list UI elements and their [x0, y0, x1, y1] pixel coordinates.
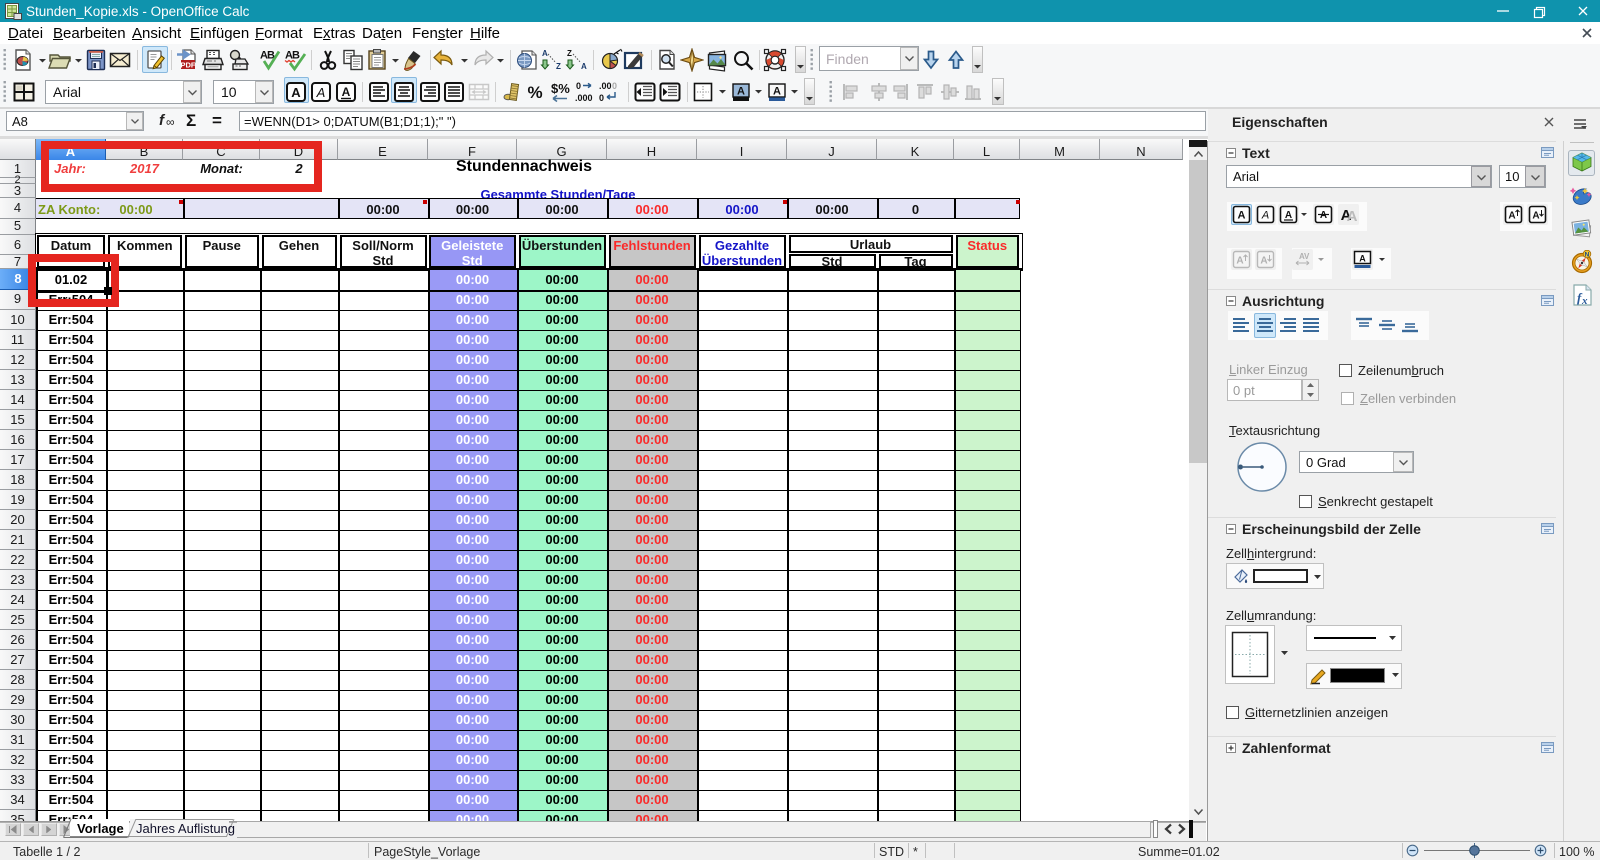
- svg-text:%: %: [527, 83, 542, 102]
- svg-text:V: V: [1304, 252, 1310, 261]
- svg-text:Z: Z: [556, 62, 561, 71]
- svg-text:A: A: [1236, 256, 1243, 267]
- svg-text:A: A: [1359, 254, 1366, 264]
- svg-text:0: 0: [612, 81, 617, 91]
- svg-text:0: 0: [599, 93, 604, 103]
- svg-text:$%: $%: [551, 81, 570, 96]
- svg-text:Z: Z: [567, 49, 572, 58]
- svg-text:0: 0: [576, 81, 581, 91]
- svg-text:N: N: [1585, 252, 1590, 259]
- svg-text:A: A: [1238, 210, 1246, 222]
- svg-text:.000: .000: [575, 93, 593, 103]
- svg-text:.00: .00: [599, 81, 612, 91]
- svg-text:PDF: PDF: [181, 60, 196, 69]
- svg-text:AB: AB: [285, 50, 300, 62]
- svg-text:A: A: [773, 86, 781, 98]
- svg-text:A: A: [342, 85, 351, 99]
- svg-text:A: A: [291, 85, 301, 100]
- svg-text:A: A: [1347, 208, 1358, 224]
- svg-text:A: A: [737, 86, 745, 98]
- svg-text:A: A: [1260, 256, 1267, 267]
- svg-text:x: x: [1581, 295, 1588, 307]
- svg-text:A: A: [581, 62, 587, 71]
- svg-text:A: A: [1532, 211, 1539, 222]
- svg-text:A: A: [1320, 210, 1327, 221]
- svg-text:A: A: [542, 49, 548, 58]
- svg-text:A: A: [1508, 211, 1515, 222]
- svg-text:A: A: [1261, 210, 1269, 222]
- svg-text:A: A: [316, 85, 326, 100]
- svg-text:A: A: [1285, 210, 1292, 221]
